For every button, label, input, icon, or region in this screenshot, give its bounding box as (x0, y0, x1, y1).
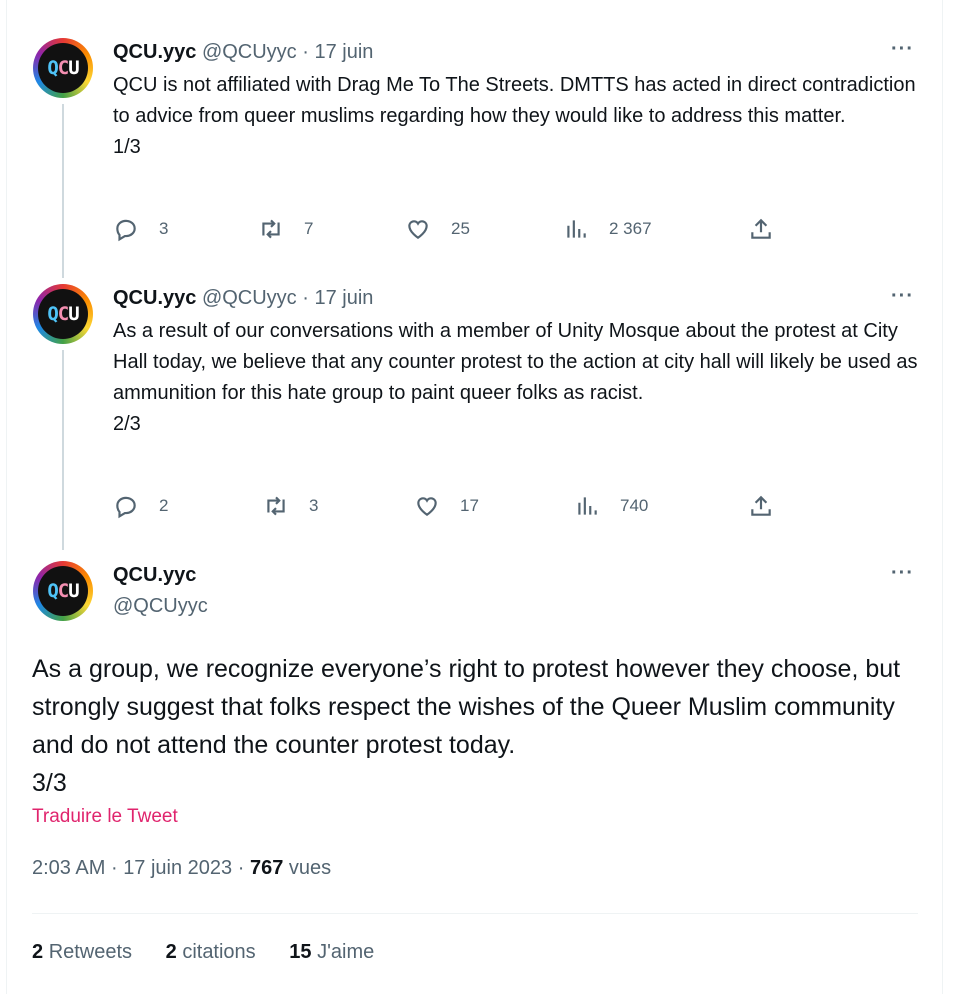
share-icon (751, 495, 771, 516)
separator: · (302, 41, 309, 63)
retweet-count: 3 (309, 496, 319, 515)
retweet-icon (267, 496, 285, 516)
avatar[interactable]: QCU (33, 38, 93, 98)
more-icon[interactable]: ··· (891, 286, 914, 306)
divider (32, 913, 918, 914)
quotes-stat[interactable]: 2 citations (166, 941, 256, 963)
views-count: 740 (620, 496, 649, 515)
tweet-date[interactable]: 17 juin (314, 41, 373, 63)
reply-icon (116, 219, 136, 242)
tweet-text: As a result of our conversations with a … (113, 316, 923, 440)
tweet-text: QCU is not affiliated with Drag Me To Th… (113, 70, 923, 163)
handle[interactable]: @QCUyyc (113, 594, 208, 618)
tweet-header: QCU.yyc @QCUyyc · 17 juin (113, 286, 373, 310)
tweet-meta: 2:03 AM · 17 juin 2023 · 767 vues (32, 857, 331, 880)
heart-icon (408, 220, 428, 239)
retweet-button[interactable]: 3 (263, 493, 318, 519)
display-name[interactable]: QCU.yyc (113, 287, 196, 309)
engagement-stats: 2 Retweets 2 citations 15 J'aime (32, 941, 402, 964)
thread-counter: 2/3 (113, 413, 141, 435)
avatar-logo: QCU (38, 289, 88, 339)
retweet-button[interactable]: 7 (258, 216, 313, 242)
thread-counter: 1/3 (113, 136, 141, 158)
more-icon[interactable]: ··· (891, 563, 914, 583)
handle[interactable]: @QCUyyc (202, 41, 297, 63)
handle[interactable]: @QCUyyc (202, 287, 297, 309)
separator: · (237, 857, 245, 879)
likes-stat[interactable]: 15 J'aime (289, 941, 374, 963)
reply-button[interactable]: 2 (113, 493, 168, 519)
avatar-logo: QCU (38, 43, 88, 93)
views-count: 767 (249, 857, 284, 879)
reply-count: 3 (159, 219, 169, 238)
tweet-date[interactable]: 17 juin (314, 287, 373, 309)
display-name[interactable]: QCU.yyc (113, 563, 196, 587)
separator: · (110, 857, 118, 879)
tweet-time[interactable]: 2:03 AM (32, 857, 105, 879)
heart-icon (417, 497, 437, 516)
separator: · (302, 287, 309, 309)
tweet-text: As a group, we recognize everyone’s righ… (32, 650, 932, 802)
views-button[interactable]: 2 367 (563, 216, 652, 242)
reply-icon (116, 496, 136, 519)
action-bar: 3 7 25 2 367 (113, 216, 793, 246)
views-button[interactable]: 740 (574, 493, 648, 519)
thread-counter: 3/3 (32, 769, 67, 797)
like-button[interactable]: 17 (414, 493, 479, 519)
thread-line (62, 104, 64, 278)
chart-icon (567, 220, 586, 238)
views-count: 2 367 (609, 219, 652, 238)
reply-count: 2 (159, 496, 169, 515)
share-button[interactable] (748, 216, 774, 242)
avatar-logo: QCU (38, 566, 88, 616)
like-count: 25 (451, 219, 470, 238)
like-count: 17 (460, 496, 479, 515)
share-button[interactable] (748, 493, 774, 519)
translate-link[interactable]: Traduire le Tweet (32, 806, 178, 828)
more-icon[interactable]: ··· (891, 39, 914, 59)
action-bar: 2 3 17 740 (113, 493, 793, 523)
share-icon (751, 218, 771, 239)
thread-line (62, 350, 64, 550)
like-button[interactable]: 25 (405, 216, 470, 242)
chart-icon (578, 497, 597, 515)
views-label: vues (288, 857, 332, 879)
tweet-header: QCU.yyc @QCUyyc · 17 juin (113, 40, 373, 64)
retweet-icon (262, 219, 280, 239)
retweets-stat[interactable]: 2 Retweets (32, 941, 132, 963)
avatar[interactable]: QCU (33, 561, 93, 621)
reply-button[interactable]: 3 (113, 216, 168, 242)
avatar[interactable]: QCU (33, 284, 93, 344)
retweet-count: 7 (304, 219, 314, 238)
tweet-date[interactable]: 17 juin 2023 (123, 857, 232, 879)
display-name[interactable]: QCU.yyc (113, 41, 196, 63)
